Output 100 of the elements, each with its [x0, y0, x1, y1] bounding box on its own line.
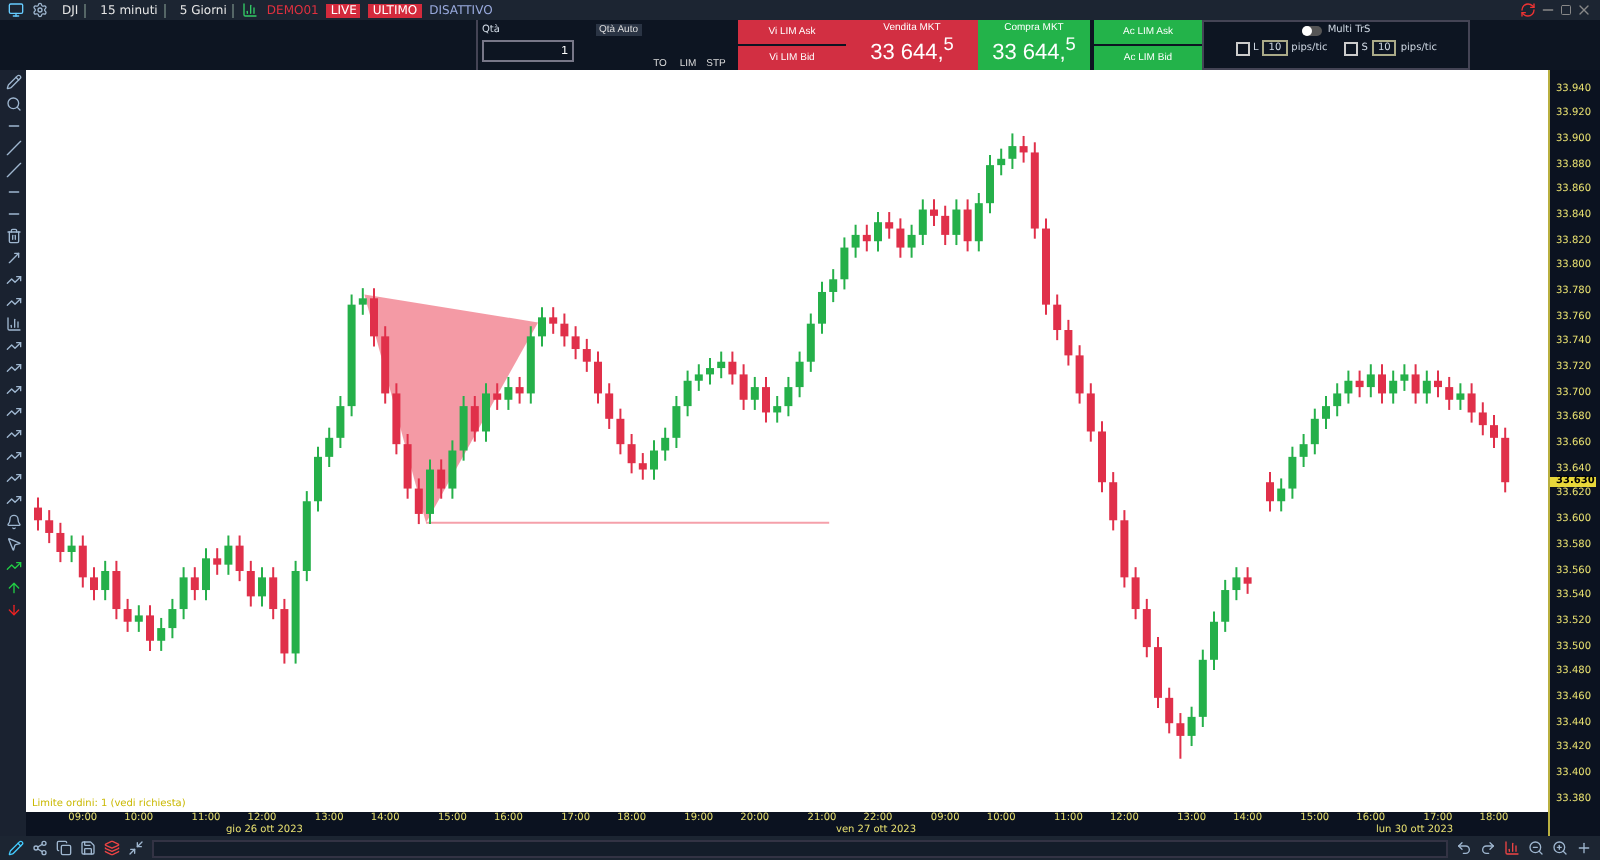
candlestick	[426, 458, 434, 526]
bar-chart-icon[interactable]	[5, 316, 21, 332]
candlestick	[1478, 401, 1487, 437]
trend-icon[interactable]	[5, 294, 21, 310]
candlestick	[482, 382, 490, 443]
candlestick	[750, 375, 759, 411]
candlestick	[1310, 407, 1319, 456]
pointer-icon[interactable]	[5, 536, 21, 552]
candlestick	[101, 559, 110, 602]
candlestick	[1422, 369, 1431, 405]
candlestick	[358, 287, 367, 316]
candlestick	[907, 223, 916, 259]
candlestick	[773, 394, 782, 424]
candlestick	[661, 426, 670, 462]
candlestick	[616, 407, 625, 456]
trend-icon[interactable]	[5, 426, 21, 442]
add-icon[interactable]	[1576, 840, 1592, 856]
candlestick	[829, 268, 838, 304]
trend-icon[interactable]	[5, 272, 21, 288]
trend-icon[interactable]	[5, 338, 21, 354]
candlestick	[314, 445, 322, 513]
candlestick	[885, 211, 894, 240]
candlestick	[605, 382, 614, 430]
candlestick	[34, 496, 42, 532]
candlestick	[650, 439, 658, 481]
candlestick	[1277, 477, 1286, 513]
candlestick	[90, 566, 98, 602]
copy-icon[interactable]	[56, 840, 72, 856]
redo-icon[interactable]	[1480, 840, 1496, 856]
save-icon[interactable]	[80, 840, 96, 856]
settings-icon[interactable]	[32, 2, 48, 18]
candlestick	[1411, 363, 1420, 405]
down-arrow-icon[interactable]	[5, 602, 21, 618]
candlestick	[370, 287, 378, 348]
pencil-icon[interactable]	[8, 840, 24, 856]
candlestick	[818, 280, 826, 335]
search-icon[interactable]	[5, 96, 21, 112]
candlestick	[403, 433, 412, 500]
candlestick	[974, 192, 983, 253]
trend-icon[interactable]	[5, 470, 21, 486]
candlestick	[56, 521, 65, 564]
undo-icon[interactable]	[1456, 840, 1472, 856]
bar-chart-icon[interactable]	[1504, 840, 1520, 856]
trend-icon[interactable]	[5, 492, 21, 508]
candlestick	[45, 509, 54, 545]
close-icon[interactable]	[1576, 2, 1592, 18]
trend-icon[interactable]	[5, 382, 21, 398]
candlestick	[806, 312, 815, 373]
candlestick	[1434, 369, 1442, 399]
candlestick	[1366, 363, 1375, 399]
candlestick	[874, 211, 882, 253]
candlestick	[862, 223, 871, 253]
candlestick	[851, 223, 860, 259]
candlestick	[179, 566, 188, 621]
refresh-icon[interactable]	[1520, 2, 1536, 18]
zoom-out-icon[interactable]	[1528, 840, 1544, 856]
trend-icon[interactable]	[5, 404, 21, 420]
candlestick	[538, 306, 546, 348]
zoom-in-icon[interactable]	[1552, 840, 1568, 856]
candlestick	[1344, 369, 1353, 405]
restore-icon[interactable]	[1560, 4, 1572, 16]
checkbox[interactable]	[1343, 41, 1358, 55]
candlestick	[672, 394, 681, 449]
candlestick	[1355, 369, 1364, 399]
candlestick	[1467, 382, 1476, 424]
candlestick	[728, 350, 737, 386]
monitor-icon[interactable]	[8, 2, 24, 18]
diagonal-line-icon[interactable]	[5, 140, 21, 156]
candlestick	[560, 312, 569, 348]
candlestick	[459, 394, 468, 462]
candlestick	[1456, 382, 1465, 411]
candlestick	[963, 198, 972, 253]
up-arrow-icon[interactable]	[5, 580, 21, 596]
trash-icon[interactable]	[5, 228, 21, 244]
candlestick	[336, 394, 345, 449]
candlestick	[224, 534, 233, 576]
candlestick	[146, 604, 154, 652]
candlestick	[1142, 597, 1151, 659]
candlestick	[1400, 363, 1409, 392]
candlestick	[706, 356, 714, 386]
candlestick	[1389, 369, 1398, 405]
candlestick	[930, 198, 938, 228]
trend-icon[interactable]	[5, 558, 21, 574]
layers-icon[interactable]	[104, 840, 120, 856]
pencil-icon[interactable]	[5, 74, 21, 90]
candlestick	[683, 369, 692, 418]
candlestick	[235, 534, 244, 583]
candlestick	[437, 458, 446, 500]
trend-icon[interactable]	[5, 360, 21, 376]
toggle-switch[interactable]	[1301, 25, 1322, 35]
chart-type-icon[interactable]	[242, 2, 259, 18]
bell-icon[interactable]	[5, 514, 21, 530]
candlestick	[1221, 578, 1230, 633]
checkbox[interactable]	[1235, 41, 1249, 55]
diagonal-line-icon[interactable]	[5, 162, 21, 178]
candlestick	[1266, 471, 1274, 513]
share-icon[interactable]	[32, 840, 48, 856]
trend-icon[interactable]	[5, 448, 21, 464]
arrow-icon[interactable]	[5, 250, 21, 266]
candlestick	[112, 559, 121, 621]
